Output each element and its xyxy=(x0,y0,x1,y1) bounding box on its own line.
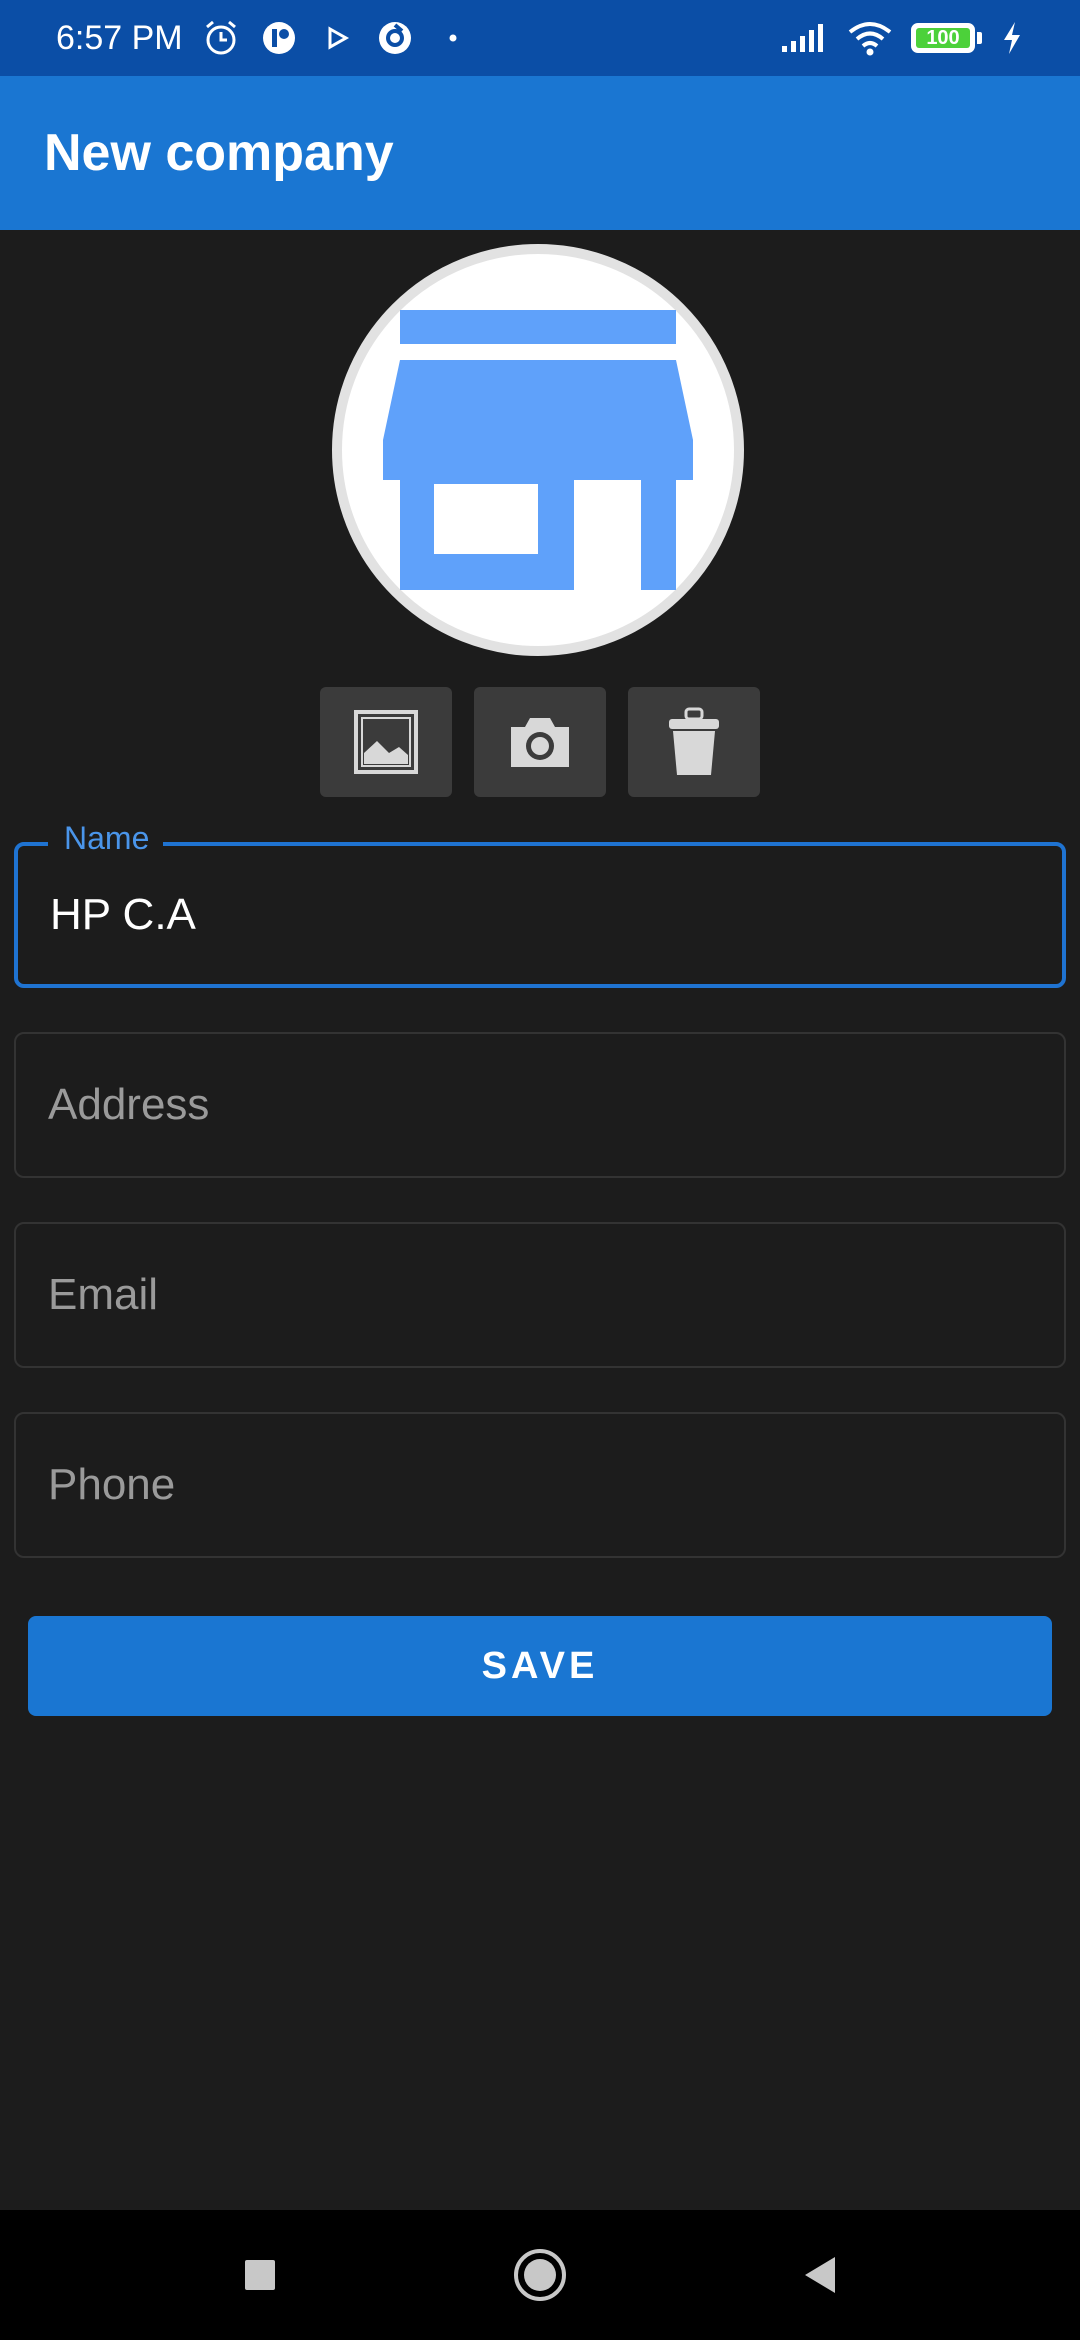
battery-icon: 100 xyxy=(911,23,975,53)
trash-icon xyxy=(669,707,719,775)
address-input[interactable]: Address xyxy=(48,1080,209,1130)
image-actions xyxy=(320,687,760,797)
status-left: 6:57 PM xyxy=(56,18,473,58)
recents-button[interactable] xyxy=(230,2245,290,2305)
address-field[interactable]: Address xyxy=(14,1032,1066,1178)
gallery-button[interactable] xyxy=(320,687,452,797)
alarm-icon xyxy=(201,18,241,58)
app-icon xyxy=(259,18,299,58)
app-bar: New company xyxy=(0,76,1080,230)
status-right: 100 xyxy=(779,18,1024,58)
recents-icon xyxy=(245,2260,275,2290)
name-input[interactable]: HP C.A xyxy=(50,890,196,940)
company-avatar[interactable] xyxy=(332,244,744,656)
phone-input[interactable]: Phone xyxy=(48,1460,175,1510)
delete-image-button[interactable] xyxy=(628,687,760,797)
play-icon xyxy=(317,18,357,58)
dot-icon xyxy=(433,18,473,58)
save-button[interactable]: SAVE xyxy=(28,1616,1052,1716)
gallery-icon xyxy=(354,710,418,774)
name-field[interactable]: Name HP C.A xyxy=(14,820,1066,988)
store-icon xyxy=(383,310,693,590)
email-input[interactable]: Email xyxy=(48,1270,158,1320)
phone-field[interactable]: Phone xyxy=(14,1412,1066,1558)
email-field[interactable]: Email xyxy=(14,1222,1066,1368)
page-title: New company xyxy=(44,124,394,182)
camera-button[interactable] xyxy=(474,687,606,797)
signal-icon xyxy=(779,18,829,58)
back-button[interactable] xyxy=(790,2245,850,2305)
system-nav-bar xyxy=(0,2210,1080,2340)
name-field-label: Name xyxy=(48,820,164,857)
home-button[interactable] xyxy=(510,2245,570,2305)
wifi-icon xyxy=(847,18,893,58)
battery-level: 100 xyxy=(926,26,960,49)
charging-icon xyxy=(1000,18,1024,58)
back-icon xyxy=(805,2257,835,2293)
camera-icon xyxy=(511,718,569,767)
home-icon xyxy=(514,2249,566,2301)
status-bar: 6:57 PM 100 xyxy=(0,0,1080,76)
sync-icon xyxy=(375,18,415,58)
status-time: 6:57 PM xyxy=(56,18,183,57)
battery-cap xyxy=(977,32,982,44)
